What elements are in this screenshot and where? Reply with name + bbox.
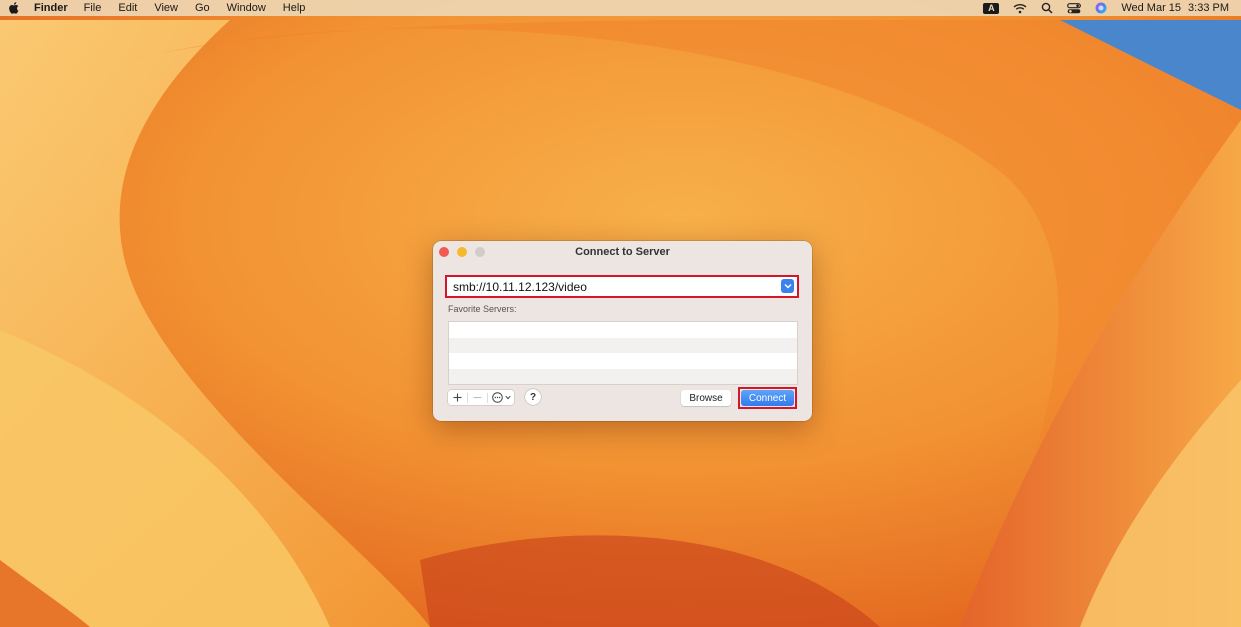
- menu-edit[interactable]: Edit: [118, 2, 137, 14]
- remove-favorite-button[interactable]: [468, 390, 487, 405]
- dialog-titlebar[interactable]: Connect to Server: [433, 241, 812, 263]
- action-menu-button[interactable]: [488, 390, 514, 405]
- chevron-down-icon: [504, 395, 511, 400]
- menu-date: Wed Mar 15: [1121, 2, 1182, 14]
- menu-help[interactable]: Help: [283, 2, 306, 14]
- server-address-highlight: [445, 275, 799, 298]
- search-icon[interactable]: [1041, 2, 1053, 14]
- menu-extras: A Wed Mar 15 3:33 PM: [983, 2, 1233, 14]
- apple-icon[interactable]: [8, 2, 22, 14]
- input-source-badge[interactable]: A: [983, 2, 1000, 14]
- dialog-title: Connect to Server: [575, 246, 670, 258]
- control-center-icon[interactable]: [1067, 2, 1082, 14]
- browse-button[interactable]: Browse: [681, 390, 731, 406]
- menu-clock[interactable]: Wed Mar 15 3:33 PM: [1121, 2, 1229, 14]
- minus-icon: [473, 396, 482, 399]
- ellipsis-circle-icon: [491, 392, 503, 403]
- menu-window[interactable]: Window: [227, 2, 266, 14]
- menu-go[interactable]: Go: [195, 2, 210, 14]
- help-button[interactable]: ?: [525, 389, 541, 405]
- siri-icon[interactable]: [1095, 2, 1107, 14]
- menu-file[interactable]: File: [84, 2, 102, 14]
- connect-to-server-dialog: Connect to Server Favorite Servers:: [433, 241, 812, 421]
- list-item[interactable]: [449, 368, 797, 384]
- menu-view[interactable]: View: [154, 2, 178, 14]
- connect-button-highlight: Connect: [738, 387, 797, 409]
- menu-time: 3:33 PM: [1188, 2, 1229, 14]
- server-address-input[interactable]: [448, 278, 773, 295]
- connect-button[interactable]: Connect: [741, 390, 794, 406]
- list-item[interactable]: [449, 322, 797, 338]
- favorite-servers-label: Favorite Servers:: [448, 304, 517, 314]
- recent-servers-dropdown[interactable]: [781, 279, 794, 293]
- menu-app-name[interactable]: Finder: [34, 2, 68, 14]
- list-item[interactable]: [449, 353, 797, 369]
- favorites-edit-controls: [448, 390, 514, 405]
- plus-icon: [453, 393, 462, 402]
- dialog-bottom-bar: ? Browse Connect: [448, 387, 798, 409]
- list-item[interactable]: [449, 337, 797, 353]
- menu-bar: Finder File Edit View Go Window Help A W…: [0, 0, 1241, 16]
- add-favorite-button[interactable]: [448, 390, 467, 405]
- wifi-icon[interactable]: [1013, 3, 1027, 14]
- chevron-down-icon: [784, 284, 791, 289]
- favorite-servers-list[interactable]: [448, 321, 798, 385]
